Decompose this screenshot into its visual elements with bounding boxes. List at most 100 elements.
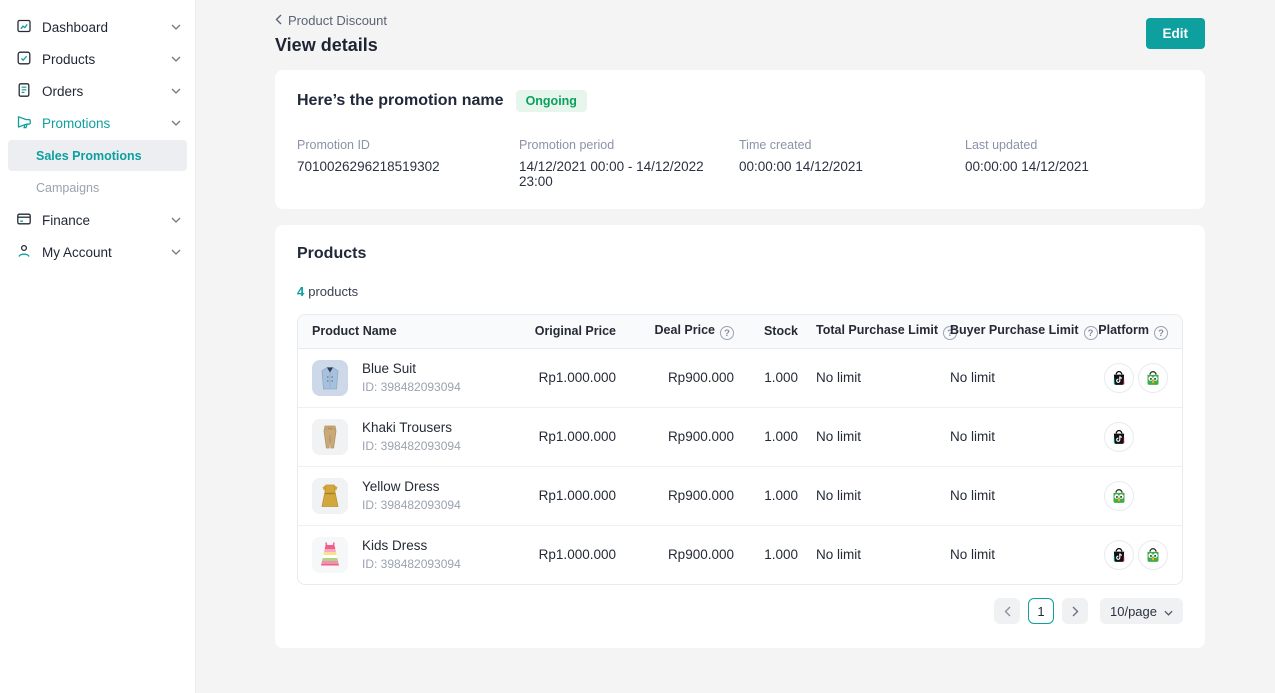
column-header-original-price: Original Price (516, 315, 616, 348)
pagination: 1 10/page (297, 598, 1183, 624)
page-size-dropdown[interactable]: 10/page (1100, 598, 1183, 624)
next-page-button[interactable] (1062, 598, 1088, 624)
buyer-purchase-limit: No limit (950, 525, 1098, 584)
sub-item-label: Campaigns (36, 181, 99, 195)
sidebar-item-label: My Account (42, 245, 112, 260)
original-price: Rp1.000.000 (516, 407, 616, 466)
main-content: Product Discount View details Edit Here’… (196, 0, 1275, 693)
sidebar-item-campaigns[interactable]: Campaigns (8, 172, 187, 203)
column-header-platform: Platform (1098, 315, 1182, 348)
table-row: Khaki Trousers ID: 398482093094 Rp1.000.… (298, 407, 1182, 466)
buyer-purchase-limit: No limit (950, 466, 1098, 525)
platform-icons (1104, 481, 1168, 511)
last-updated-field: Last updated 00:00:00 14/12/2021 (965, 138, 1183, 189)
product-id: ID: 398482093094 (362, 498, 461, 512)
sidebar-item-label: Orders (42, 84, 83, 99)
products-icon (16, 50, 32, 69)
sidebar-item-my-account[interactable]: My Account (0, 236, 195, 268)
column-header-stock: Stock (734, 315, 798, 348)
tokopedia-icon (1104, 481, 1134, 511)
deal-price: Rp900.000 (616, 348, 734, 407)
total-purchase-limit: No limit (798, 466, 950, 525)
sidebar-item-orders[interactable]: Orders (0, 75, 195, 107)
dashboard-icon (16, 18, 32, 37)
products-table: Product Name Original Price Deal Price S… (297, 314, 1183, 585)
products-count-suffix: products (308, 284, 358, 299)
table-header-row: Product Name Original Price Deal Price S… (298, 315, 1182, 348)
buyer-purchase-limit: No limit (950, 348, 1098, 407)
tiktok-shop-icon (1104, 422, 1134, 452)
sidebar-item-sales-promotions[interactable]: Sales Promotions (8, 140, 187, 171)
column-header-product-name: Product Name (298, 315, 516, 348)
product-thumbnail (312, 360, 348, 396)
account-icon (16, 243, 32, 262)
deal-price: Rp900.000 (616, 466, 734, 525)
field-label: Last updated (965, 138, 1183, 152)
product-thumbnail (312, 537, 348, 573)
products-card: Products 4 products Product Name Original… (275, 225, 1205, 648)
sidebar-item-promotions[interactable]: Promotions (0, 107, 195, 139)
original-price: Rp1.000.000 (516, 525, 616, 584)
chevron-down-icon (171, 249, 181, 255)
product-name: Khaki Trousers (362, 420, 461, 435)
field-value: 7010026296218519302 (297, 159, 519, 174)
sidebar-item-products[interactable]: Products (0, 43, 195, 75)
products-section-title: Products (297, 245, 1183, 263)
chevron-down-icon (1164, 604, 1173, 619)
status-badge: Ongoing (516, 90, 587, 112)
deal-price: Rp900.000 (616, 525, 734, 584)
product-id: ID: 398482093094 (362, 439, 461, 453)
product-thumbnail (312, 419, 348, 455)
column-header-deal-price: Deal Price (616, 315, 734, 348)
product-id: ID: 398482093094 (362, 557, 461, 571)
product-name: Kids Dress (362, 538, 461, 553)
page-header: Product Discount View details Edit (275, 13, 1205, 56)
promotion-summary-card: Here’s the promotion name Ongoing Promot… (275, 70, 1205, 209)
total-purchase-limit: No limit (798, 348, 950, 407)
tiktok-shop-icon (1104, 363, 1134, 393)
chevron-down-icon (171, 120, 181, 126)
tokopedia-icon (1138, 363, 1168, 393)
product-thumbnail (312, 478, 348, 514)
total-purchase-limit: No limit (798, 407, 950, 466)
column-header-buyer-purchase-limit: Buyer Purchase Limit (950, 315, 1098, 348)
help-icon[interactable] (1084, 326, 1098, 340)
field-label: Time created (739, 138, 965, 152)
page-size-label: 10/page (1110, 604, 1157, 619)
stock: 1.000 (734, 466, 798, 525)
sidebar: Dashboard Products Orders Promotions Sal… (0, 0, 196, 693)
help-icon[interactable] (1154, 326, 1168, 340)
buyer-purchase-limit: No limit (950, 407, 1098, 466)
promotion-id-field: Promotion ID 7010026296218519302 (297, 138, 519, 189)
promotions-icon (16, 114, 32, 133)
table-row: Yellow Dress ID: 398482093094 Rp1.000.00… (298, 466, 1182, 525)
previous-page-button[interactable] (994, 598, 1020, 624)
product-name: Blue Suit (362, 361, 461, 376)
chevron-left-icon (275, 13, 282, 28)
platform-icons (1104, 422, 1168, 452)
product-id: ID: 398482093094 (362, 380, 461, 394)
sidebar-item-label: Promotions (42, 116, 110, 131)
breadcrumb[interactable]: Product Discount (275, 13, 387, 28)
sidebar-item-dashboard[interactable]: Dashboard (0, 11, 195, 43)
edit-button[interactable]: Edit (1146, 18, 1206, 49)
sub-item-label: Sales Promotions (36, 149, 142, 163)
breadcrumb-label: Product Discount (288, 13, 387, 28)
field-value: 00:00:00 14/12/2021 (965, 159, 1183, 174)
original-price: Rp1.000.000 (516, 348, 616, 407)
sidebar-item-finance[interactable]: Finance (0, 204, 195, 236)
products-count: 4 products (297, 284, 1183, 299)
promotion-period-field: Promotion period 14/12/2021 00:00 - 14/1… (519, 138, 739, 189)
sidebar-item-label: Finance (42, 213, 90, 228)
page-title: View details (275, 35, 387, 56)
field-label: Promotion ID (297, 138, 519, 152)
time-created-field: Time created 00:00:00 14/12/2021 (739, 138, 965, 189)
table-row: Blue Suit ID: 398482093094 Rp1.000.000 R… (298, 348, 1182, 407)
chevron-down-icon (171, 217, 181, 223)
field-value: 14/12/2021 00:00 - 14/12/2022 23:00 (519, 159, 739, 189)
page-number-button[interactable]: 1 (1028, 598, 1054, 624)
help-icon[interactable] (720, 326, 734, 340)
table-row: Kids Dress ID: 398482093094 Rp1.000.000 … (298, 525, 1182, 584)
products-count-number: 4 (297, 284, 304, 299)
finance-icon (16, 211, 32, 230)
